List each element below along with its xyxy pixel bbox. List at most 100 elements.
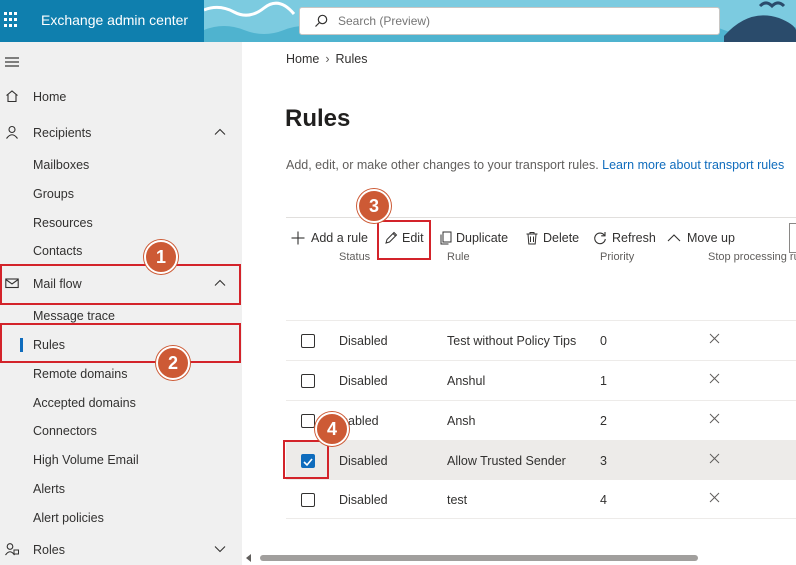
app-title[interactable]: Exchange admin center bbox=[41, 12, 188, 28]
sidebar-item-label: Accepted domains bbox=[33, 396, 136, 410]
sidebar-item-label: Remote domains bbox=[33, 367, 128, 381]
scrollbar-thumb[interactable] bbox=[260, 555, 698, 561]
copy-icon bbox=[440, 231, 452, 245]
rule-name-cell[interactable]: Allow Trusted Sender bbox=[447, 454, 566, 468]
table-bottom-border bbox=[286, 518, 796, 519]
priority-cell: 4 bbox=[600, 493, 607, 507]
rule-name-cell[interactable]: Test without Policy Tips bbox=[447, 334, 576, 348]
sidebar-item-roles[interactable]: Roles bbox=[0, 536, 242, 564]
sidebar-item-label: High Volume Email bbox=[33, 453, 139, 467]
hamburger-icon[interactable] bbox=[5, 56, 19, 68]
column-header-status[interactable]: Status bbox=[339, 251, 370, 263]
sidebar-item-contacts[interactable]: Contacts bbox=[0, 238, 242, 264]
column-header-priority[interactable]: Priority bbox=[600, 251, 634, 263]
step-badge-1: 1 bbox=[144, 240, 178, 274]
chevron-up-icon bbox=[667, 234, 681, 242]
step-badge-3: 3 bbox=[357, 189, 391, 223]
sidebar-item-label: Message trace bbox=[33, 309, 115, 323]
sidebar-item-label: Alerts bbox=[33, 482, 65, 496]
row-checkbox[interactable] bbox=[301, 493, 315, 507]
status-cell: Disabled bbox=[339, 454, 388, 468]
priority-cell: 3 bbox=[600, 454, 607, 468]
chevron-down-icon[interactable] bbox=[214, 545, 226, 553]
search-input[interactable] bbox=[338, 11, 708, 31]
breadcrumb: Home › Rules bbox=[286, 52, 367, 66]
sidebar-item-label: Home bbox=[33, 90, 67, 104]
trash-icon bbox=[526, 232, 538, 245]
search-icon bbox=[315, 14, 328, 27]
sidebar-item-label: Alert policies bbox=[33, 511, 104, 525]
sidebar-item-connectors[interactable]: Connectors bbox=[0, 418, 242, 444]
duplicate-button[interactable]: Duplicate bbox=[439, 229, 513, 249]
close-icon bbox=[709, 453, 720, 464]
refresh-label: Refresh bbox=[612, 231, 656, 245]
description-text: Add, edit, or make other changes to your… bbox=[286, 158, 599, 172]
close-icon bbox=[709, 413, 720, 424]
sidebar-item-high-volume-email[interactable]: High Volume Email bbox=[0, 447, 242, 473]
sidebar-item-label: Groups bbox=[33, 187, 74, 201]
callout-box-edit bbox=[377, 220, 431, 260]
move-up-label: Move up bbox=[687, 231, 735, 245]
page-title: Rules bbox=[285, 105, 351, 132]
close-icon bbox=[709, 333, 720, 344]
chevron-up-icon[interactable] bbox=[214, 128, 226, 136]
sidebar-item-accepted-domains[interactable]: Accepted domains bbox=[0, 390, 242, 416]
sidebar-item-label: Contacts bbox=[33, 244, 83, 258]
close-icon bbox=[709, 492, 720, 503]
home-icon bbox=[6, 90, 18, 103]
table-row[interactable]: Disabled Test without Policy Tips 0 bbox=[286, 320, 796, 360]
status-cell: Disabled bbox=[339, 493, 388, 507]
person-icon bbox=[6, 125, 18, 139]
table-row[interactable]: Disabled test 4 bbox=[286, 479, 796, 519]
priority-cell: 0 bbox=[600, 334, 607, 348]
rule-name-cell[interactable]: Anshul bbox=[447, 374, 485, 388]
toolbar-overflow-button[interactable] bbox=[789, 223, 796, 253]
row-checkbox[interactable] bbox=[301, 374, 315, 388]
sidebar-item-remote-domains[interactable]: Remote domains bbox=[0, 361, 242, 387]
delete-label: Delete bbox=[543, 231, 580, 245]
add-rule-label: Add a rule bbox=[311, 231, 368, 245]
sidebar-item-home[interactable]: Home bbox=[0, 83, 242, 111]
delete-button[interactable]: Delete bbox=[525, 229, 583, 249]
breadcrumb-home[interactable]: Home bbox=[286, 52, 319, 66]
sidebar-item-label: Roles bbox=[33, 543, 65, 557]
table-row[interactable]: Disabled Anshul 1 bbox=[286, 360, 796, 400]
move-up-button[interactable]: Move up bbox=[667, 229, 739, 249]
duplicate-label: Duplicate bbox=[456, 231, 509, 245]
row-checkbox[interactable] bbox=[301, 414, 315, 428]
rule-name-cell[interactable]: Ansh bbox=[447, 414, 476, 428]
sidebar-item-alert-policies[interactable]: Alert policies bbox=[0, 505, 242, 531]
step-badge-2: 2 bbox=[156, 346, 190, 380]
table-row[interactable]: Disabled Allow Trusted Sender 3 bbox=[286, 440, 796, 480]
sidebar-item-label: Recipients bbox=[33, 126, 92, 140]
breadcrumb-current: Rules bbox=[335, 52, 368, 66]
sidebar-item-resources[interactable]: Resources bbox=[0, 210, 242, 236]
waffle-icon[interactable] bbox=[4, 12, 20, 28]
sidebar-item-label: Resources bbox=[33, 216, 93, 230]
plus-icon bbox=[291, 231, 305, 245]
callout-box-mail-flow bbox=[0, 264, 241, 305]
search-box[interactable] bbox=[299, 7, 720, 35]
sidebar-item-groups[interactable]: Groups bbox=[0, 181, 242, 207]
sidebar-item-mailboxes[interactable]: Mailboxes bbox=[0, 152, 242, 178]
refresh-icon bbox=[594, 232, 606, 245]
add-rule-button[interactable]: Add a rule bbox=[291, 229, 373, 249]
sidebar-item-recipients[interactable]: Recipients bbox=[0, 119, 242, 147]
column-header-rule[interactable]: Rule bbox=[447, 251, 470, 263]
row-checkbox[interactable] bbox=[301, 334, 315, 348]
callout-box-checkbox bbox=[283, 440, 329, 479]
status-cell: Disabled bbox=[339, 374, 388, 388]
refresh-button[interactable]: Refresh bbox=[593, 229, 657, 249]
sidebar-item-alerts[interactable]: Alerts bbox=[0, 476, 242, 502]
scroll-left-icon[interactable] bbox=[246, 554, 252, 562]
sidebar-item-label: Mailboxes bbox=[33, 158, 90, 172]
table-row[interactable]: isabled Ansh 2 bbox=[286, 400, 796, 440]
column-header-stop-processing[interactable]: Stop processing ru bbox=[708, 251, 796, 263]
page-description: Add, edit, or make other changes to your… bbox=[286, 158, 784, 172]
rule-name-cell[interactable]: test bbox=[447, 493, 467, 507]
step-badge-4: 4 bbox=[315, 412, 349, 446]
horizontal-scrollbar[interactable] bbox=[242, 550, 796, 565]
learn-more-link[interactable]: Learn more about transport rules bbox=[602, 158, 784, 172]
callout-box-rules bbox=[0, 323, 241, 363]
status-cell: Disabled bbox=[339, 334, 388, 348]
